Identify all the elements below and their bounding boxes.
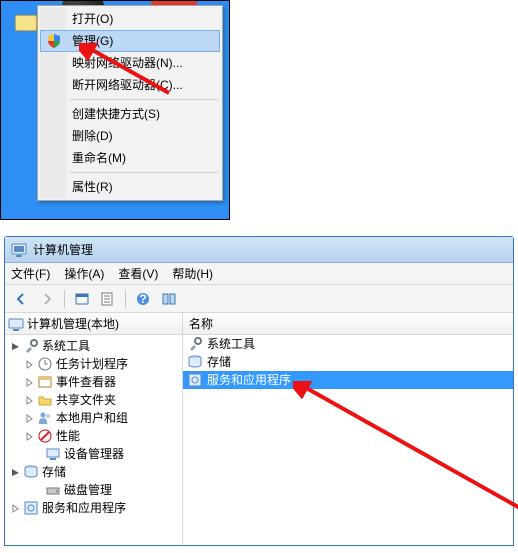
menu-file[interactable]: 文件(F): [11, 265, 50, 282]
titlebar[interactable]: 计算机管理: [5, 237, 513, 263]
menu-action[interactable]: 操作(A): [64, 265, 104, 282]
expander-closed-icon[interactable]: [23, 376, 35, 388]
ctx-map-drive[interactable]: 映射网络驱动器(N)...: [40, 52, 220, 74]
list-row-storage[interactable]: 存储: [183, 353, 513, 371]
list-row-system-tools-label: 系统工具: [207, 335, 255, 353]
tree-system-tools[interactable]: 系统工具: [5, 337, 182, 355]
ctx-separator-2: [70, 172, 218, 173]
ctx-create-shortcut[interactable]: 创建快捷方式(S): [40, 103, 220, 125]
toolbar-separator-1: [64, 290, 65, 308]
tree-system-tools-label: 系统工具: [42, 337, 90, 355]
tree-event-viewer-label: 事件查看器: [56, 373, 116, 391]
users-icon: [37, 410, 53, 426]
menu-help[interactable]: 帮助(H): [172, 265, 213, 282]
tree-shared-folders[interactable]: 共享文件夹: [5, 391, 182, 409]
tree-task-scheduler[interactable]: 任务计划程序: [5, 355, 182, 373]
tree-performance-label: 性能: [56, 427, 80, 445]
computer-mgmt-icon: [8, 316, 24, 332]
toolbar-up-button[interactable]: [70, 288, 94, 310]
list-row-services-apps[interactable]: 服务和应用程序: [183, 371, 513, 389]
tree-pane: 计算机管理(本地) 系统工具 任务计划程序 事件查看器: [5, 313, 183, 545]
storage-icon: [187, 354, 203, 370]
toolbar-help-button[interactable]: ?: [131, 288, 155, 310]
tools-icon: [23, 338, 39, 354]
list-row-services-apps-label: 服务和应用程序: [207, 371, 291, 389]
shield-icon: [47, 34, 61, 48]
list-header-name[interactable]: 名称: [183, 313, 513, 335]
tree-device-manager[interactable]: 设备管理器: [5, 445, 182, 463]
tree-storage[interactable]: 存储: [5, 463, 182, 481]
disk-icon: [45, 482, 61, 498]
ctx-map-drive-label: 映射网络驱动器(N)...: [72, 56, 183, 70]
ctx-separator-1: [70, 99, 218, 100]
list-body: 系统工具 存储 服务和应用程序: [183, 335, 513, 389]
tree-disk-management-label: 磁盘管理: [64, 481, 112, 499]
tree-storage-label: 存储: [42, 463, 66, 481]
services-icon: [23, 500, 39, 516]
tools-icon: [187, 336, 203, 352]
list-row-system-tools[interactable]: 系统工具: [183, 335, 513, 353]
toolbar-back-button[interactable]: [9, 288, 33, 310]
ctx-manage-label: 管理(G): [72, 34, 113, 48]
tree-shared-folders-label: 共享文件夹: [56, 391, 116, 409]
expander-closed-icon[interactable]: [23, 358, 35, 370]
ctx-disconnect-drive[interactable]: 断开网络驱动器(C)...: [40, 74, 220, 96]
ctx-open-label: 打开(O): [72, 12, 113, 26]
performance-icon: [37, 428, 53, 444]
expander-open-icon[interactable]: [9, 340, 21, 352]
context-menu: 打开(O) 管理(G) 映射网络驱动器(N)... 断开网络驱动器(C)... …: [37, 5, 223, 201]
ctx-open[interactable]: 打开(O): [40, 8, 220, 30]
device-icon: [45, 446, 61, 462]
list-row-storage-label: 存储: [207, 353, 231, 371]
expander-open-icon[interactable]: [9, 466, 21, 478]
expander-closed-icon[interactable]: [23, 394, 35, 406]
tree-disk-management[interactable]: 磁盘管理: [5, 481, 182, 499]
tree-performance[interactable]: 性能: [5, 427, 182, 445]
services-icon: [187, 372, 203, 388]
menu-view[interactable]: 查看(V): [118, 265, 158, 282]
tree-local-users-label: 本地用户和组: [56, 409, 128, 427]
expander-closed-icon[interactable]: [9, 502, 21, 514]
tree: 系统工具 任务计划程序 事件查看器 共享文件夹: [5, 335, 182, 519]
ctx-create-shortcut-label: 创建快捷方式(S): [72, 107, 160, 121]
storage-icon: [23, 464, 39, 480]
toolbar: ?: [5, 285, 513, 313]
computer-management-window: 计算机管理 文件(F) 操作(A) 查看(V) 帮助(H) ?: [4, 236, 514, 546]
ctx-delete-label: 删除(D): [72, 129, 113, 143]
annotation-arrow-2: [293, 381, 518, 531]
desktop-folder-icon: [15, 15, 37, 31]
shared-folder-icon: [37, 392, 53, 408]
tree-header[interactable]: 计算机管理(本地): [5, 313, 182, 335]
tree-services-apps-label: 服务和应用程序: [42, 499, 126, 517]
svg-text:?: ?: [139, 292, 146, 306]
tree-header-label: 计算机管理(本地): [27, 317, 119, 331]
list-header-name-label: 名称: [189, 317, 213, 331]
app-icon: [11, 242, 27, 258]
content-panes: 计算机管理(本地) 系统工具 任务计划程序 事件查看器: [5, 313, 513, 545]
toolbar-forward-button[interactable]: [35, 288, 59, 310]
toolbar-properties-button[interactable]: [96, 288, 120, 310]
tree-task-scheduler-label: 任务计划程序: [56, 355, 128, 373]
tree-device-manager-label: 设备管理器: [64, 445, 124, 463]
toolbar-show-hide-button[interactable]: [157, 288, 181, 310]
ctx-rename[interactable]: 重命名(M): [40, 147, 220, 169]
menubar: 文件(F) 操作(A) 查看(V) 帮助(H): [5, 263, 513, 285]
event-icon: [37, 374, 53, 390]
ctx-disconnect-drive-label: 断开网络驱动器(C)...: [72, 78, 183, 92]
tree-event-viewer[interactable]: 事件查看器: [5, 373, 182, 391]
clock-icon: [37, 356, 53, 372]
ctx-properties[interactable]: 属性(R): [40, 176, 220, 198]
ctx-rename-label: 重命名(M): [72, 151, 126, 165]
tree-local-users[interactable]: 本地用户和组: [5, 409, 182, 427]
ctx-manage[interactable]: 管理(G): [40, 30, 220, 52]
ctx-delete[interactable]: 删除(D): [40, 125, 220, 147]
desktop-background: 打开(O) 管理(G) 映射网络驱动器(N)... 断开网络驱动器(C)... …: [0, 0, 230, 220]
tree-services-apps[interactable]: 服务和应用程序: [5, 499, 182, 517]
window-title: 计算机管理: [33, 241, 93, 258]
ctx-properties-label: 属性(R): [72, 180, 113, 194]
expander-closed-icon[interactable]: [23, 412, 35, 424]
toolbar-separator-2: [125, 290, 126, 308]
expander-closed-icon[interactable]: [23, 430, 35, 442]
list-pane: 名称 系统工具 存储 服务和应用程序: [183, 313, 513, 545]
